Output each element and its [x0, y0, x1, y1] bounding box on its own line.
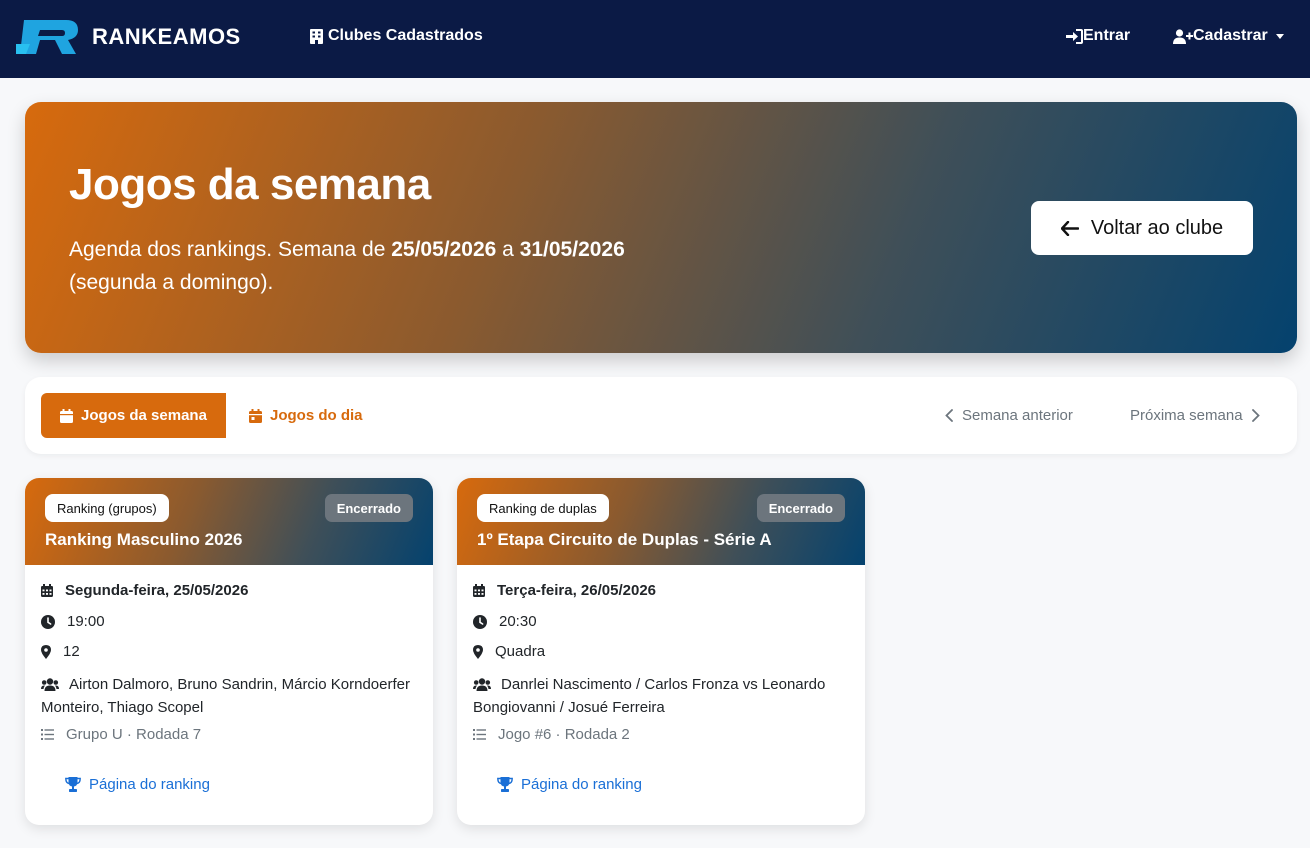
game-place-row: 12 — [41, 643, 80, 660]
back-to-club-label: Voltar ao clube — [1090, 216, 1224, 239]
list-icon — [41, 729, 54, 740]
navbar: RANKEAMOS Clubes Cadastrados Entrar Cada… — [0, 0, 1310, 78]
tab-week-games[interactable]: Jogos da semana — [41, 393, 226, 438]
tab-week-games-label: Jogos da semana — [81, 407, 207, 424]
game-players-row: Airton Dalmoro, Bruno Sandrin, Márcio Ko… — [41, 673, 421, 719]
map-marker-icon — [473, 644, 483, 659]
back-to-club-button[interactable]: Voltar ao clube — [1031, 201, 1253, 255]
brand-logo-icon — [16, 20, 78, 54]
game-place: 12 — [63, 643, 80, 660]
brand-name: RANKEAMOS — [92, 24, 241, 49]
map-marker-icon — [41, 644, 51, 659]
calendar-icon — [41, 584, 53, 597]
game-players-row: Danrlei Nascimento / Carlos Fronza vs Le… — [473, 673, 853, 719]
hero-banner: Jogos da semana Agenda dos rankings. Sem… — [25, 102, 1297, 353]
chevron-down-icon — [1275, 33, 1284, 39]
calendar-icon — [473, 584, 485, 597]
building-icon — [310, 28, 323, 44]
users-icon — [473, 678, 491, 691]
ranking-title: Ranking Masculino 2026 — [45, 530, 243, 549]
game-players: Airton Dalmoro, Bruno Sandrin, Márcio Ko… — [41, 676, 410, 716]
game-time-row: 19:00 — [41, 613, 105, 630]
week-start-date: 25/05/2026 — [391, 238, 497, 261]
trophy-icon — [497, 777, 513, 792]
calendar-icon — [60, 408, 74, 423]
ranking-page-link-label: Página do ranking — [521, 776, 642, 793]
game-card-header: Ranking (grupos) Encerrado Ranking Mascu… — [25, 478, 433, 565]
nav-enter-label: Entrar — [1083, 27, 1131, 44]
chevron-right-icon — [1251, 409, 1260, 422]
page-title: Jogos da semana — [69, 160, 431, 209]
ranking-type-badge: Ranking (grupos) — [45, 494, 169, 522]
ranking-type-badge: Ranking de duplas — [477, 494, 609, 522]
game-place-row: Quadra — [473, 643, 545, 660]
ranking-page-link[interactable]: Página do ranking — [65, 776, 210, 793]
brand[interactable]: RANKEAMOS — [16, 18, 241, 56]
tab-day-games[interactable]: Jogos do dia — [249, 393, 363, 438]
sign-in-icon — [1066, 28, 1083, 44]
game-date: Segunda-feira, 25/05/2026 — [65, 582, 249, 599]
tab-day-games-label: Jogos do dia — [270, 407, 363, 424]
game-group-row: Jogo #6 · Rodada 2 — [473, 726, 630, 743]
week-end-date: 31/05/2026 — [519, 238, 625, 261]
game-card: Ranking de duplas Encerrado 1º Etapa Cir… — [457, 478, 865, 825]
users-icon — [41, 678, 59, 691]
list-icon — [473, 729, 486, 740]
game-time-row: 20:30 — [473, 613, 537, 630]
game-date-row: Terça-feira, 26/05/2026 — [473, 582, 656, 599]
nav-register-label: Cadastrar — [1193, 27, 1268, 44]
ranking-page-link[interactable]: Página do ranking — [497, 776, 642, 793]
game-date: Terça-feira, 26/05/2026 — [497, 582, 657, 599]
next-week-label: Próxima semana — [1130, 407, 1243, 424]
tabs-bar: Jogos da semana Jogos do dia Semana ante… — [25, 377, 1297, 454]
chevron-left-icon — [945, 409, 953, 422]
game-group-row: Grupo U · Rodada 7 — [41, 726, 201, 743]
hero-desc-suffix: (segunda a domingo). — [69, 271, 274, 294]
nav-enter-link[interactable]: Entrar — [1066, 27, 1130, 45]
calendar-day-icon — [249, 408, 262, 423]
trophy-icon — [65, 777, 81, 792]
previous-week-label: Semana anterior — [962, 407, 1073, 424]
game-card: Ranking (grupos) Encerrado Ranking Mascu… — [25, 478, 433, 825]
nav-clubs-link[interactable]: Clubes Cadastrados — [310, 27, 483, 45]
next-week-button[interactable]: Próxima semana — [1130, 393, 1260, 438]
game-group: Grupo U · Rodada 7 — [66, 726, 202, 743]
arrow-left-icon — [1060, 220, 1079, 236]
game-time: 19:00 — [67, 613, 105, 630]
clock-icon — [473, 614, 487, 629]
game-date-row: Segunda-feira, 25/05/2026 — [41, 582, 248, 599]
ranking-title: 1º Etapa Circuito de Duplas - Série A — [477, 530, 772, 549]
user-plus-icon — [1173, 28, 1193, 44]
game-group: Jogo #6 · Rodada 2 — [498, 726, 630, 743]
hero-desc-prefix: Agenda dos rankings. Semana de — [69, 238, 392, 261]
hero-description: Agenda dos rankings. Semana de 25/05/202… — [69, 233, 709, 299]
ranking-page-link-label: Página do ranking — [89, 776, 210, 793]
status-badge: Encerrado — [756, 494, 845, 522]
previous-week-button[interactable]: Semana anterior — [945, 393, 1073, 438]
clock-icon — [41, 614, 55, 629]
game-time: 20:30 — [499, 613, 537, 630]
hero-desc-mid: a — [496, 238, 520, 261]
nav-clubs-label: Clubes Cadastrados — [328, 27, 483, 44]
game-card-header: Ranking de duplas Encerrado 1º Etapa Cir… — [457, 478, 865, 565]
game-players: Danrlei Nascimento / Carlos Fronza vs Le… — [473, 676, 826, 716]
nav-register-dropdown[interactable]: Cadastrar — [1173, 27, 1284, 45]
game-place: Quadra — [495, 643, 546, 660]
status-badge: Encerrado — [324, 494, 413, 522]
